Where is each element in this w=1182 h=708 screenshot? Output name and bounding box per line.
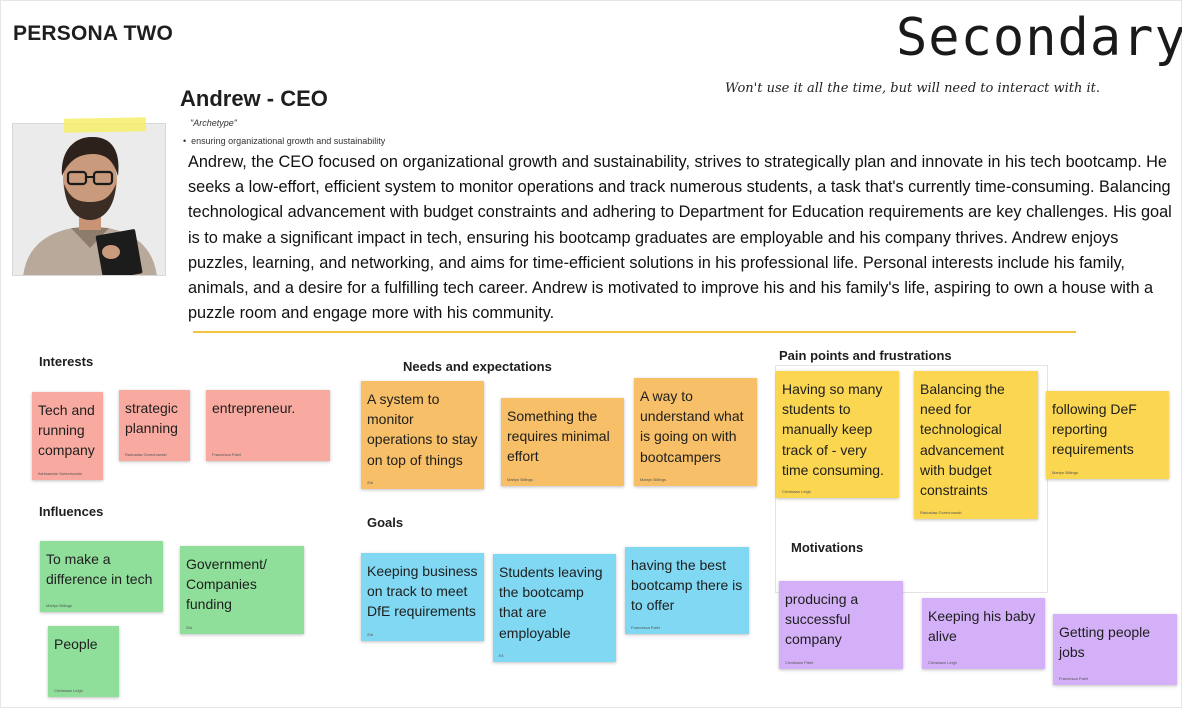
note-text: Tech and running company xyxy=(38,402,95,459)
note-text: Balancing the need for technological adv… xyxy=(920,381,1005,499)
sticky-note-influence[interactable]: Government/ Companies funding Zixi xyxy=(180,546,304,634)
interests-heading: Interests xyxy=(39,354,94,369)
note-author: Francesca Palet xyxy=(631,625,660,630)
sticky-note-goal[interactable]: having the best bootcamp there is to off… xyxy=(625,547,749,634)
note-text: Something the requires minimal effort xyxy=(507,408,610,465)
note-author: Zixi xyxy=(367,632,374,637)
goals-heading: Goals xyxy=(367,515,404,530)
note-text: Students leaving the bootcamp that are e… xyxy=(499,564,603,641)
note-text: Government/ Companies funding xyxy=(186,556,267,613)
sticky-note-goal[interactable]: Students leaving the bootcamp that are e… xyxy=(493,554,616,662)
note-text: A way to understand what is going on wit… xyxy=(640,388,744,465)
note-author: Zixi xyxy=(186,625,193,630)
sticky-note-goal[interactable]: Keeping business on track to meet DfE re… xyxy=(361,553,484,641)
persona-name: Andrew - CEO xyxy=(180,86,328,111)
sticky-note-need[interactable]: A system to monitor operations to stay o… xyxy=(361,381,484,489)
note-author: Zixi xyxy=(367,480,374,485)
person-portrait-image xyxy=(13,124,165,275)
archetype-label: "Archetype" xyxy=(190,118,237,128)
persona-bio: Andrew, the CEO focused on organizationa… xyxy=(188,153,1172,323)
note-text: To make a difference in tech xyxy=(46,551,153,588)
note-author: Radoslaw Grzechowski xyxy=(920,510,962,515)
note-text: People xyxy=(54,636,98,652)
sticky-note-influence[interactable]: To make a difference in tech Martyn Bill… xyxy=(40,541,163,612)
note-text: following DeF reporting requirements xyxy=(1052,401,1137,458)
archetype-bullet: • ensuring organizational growth and sus… xyxy=(183,136,386,146)
note-author: Christiaan Leigh xyxy=(782,489,811,494)
sticky-note-motivation[interactable]: producing a successful company Christiaa… xyxy=(779,581,903,669)
sticky-note-pain-point[interactable]: Balancing the need for technological adv… xyxy=(914,371,1038,519)
note-author: Aleksandar Swiechowski xyxy=(38,471,83,476)
persona-label: PERSONA TWO xyxy=(13,22,174,45)
note-author: Martyn Billings xyxy=(640,477,667,482)
note-author: Martyn Billings xyxy=(507,477,534,482)
note-text: producing a successful company xyxy=(785,591,859,648)
sticky-note-pain-point[interactable]: following DeF reporting requirements Mar… xyxy=(1046,391,1169,479)
persona-type-subtitle: Won't use it all the time, but will need… xyxy=(725,81,1101,96)
note-author: Radoslaw Grzechowski xyxy=(125,452,167,457)
note-text: Getting people jobs xyxy=(1059,624,1151,661)
sticky-note-need[interactable]: A way to understand what is going on wit… xyxy=(634,378,757,486)
note-text: Keeping his baby alive xyxy=(928,608,1036,645)
influences-heading: Influences xyxy=(39,504,104,519)
note-text: A system to monitor operations to stay o… xyxy=(367,391,478,468)
sticky-note-interest[interactable]: entrepreneur. Francesca Palet xyxy=(206,390,330,461)
note-author: Francesca Palet xyxy=(1059,676,1088,681)
persona-type-title: Secondary xyxy=(896,8,1182,68)
note-author: Martyn Billings xyxy=(46,603,73,608)
note-author: Christiaan Leigh xyxy=(928,660,957,665)
sticky-note-influence[interactable]: People Christiaan Leigh xyxy=(48,626,119,697)
sticky-note-motivation[interactable]: Getting people jobs Francesca Palet xyxy=(1053,614,1177,685)
sticky-note-need[interactable]: Something the requires minimal effort Ma… xyxy=(501,398,624,486)
note-text: entrepreneur. xyxy=(212,400,296,416)
sticky-note-interest[interactable]: strategic planning Radoslaw Grzechowski xyxy=(119,390,190,461)
tape-strip xyxy=(63,117,147,133)
note-author: Martyn Billings xyxy=(1052,470,1079,475)
motivations-heading: Motivations xyxy=(791,540,864,555)
note-author: Francesca Palet xyxy=(212,452,241,457)
note-author: Christiaan Palet xyxy=(785,660,814,665)
archetype-bullet-text: ensuring organizational growth and susta… xyxy=(191,136,386,146)
sticky-note-motivation[interactable]: Keeping his baby alive Christiaan Leigh xyxy=(922,598,1045,669)
persona-photo[interactable] xyxy=(12,123,166,276)
sticky-note-pain-point[interactable]: Having so many students to manually keep… xyxy=(776,371,899,498)
note-text: having the best bootcamp there is to off… xyxy=(631,557,743,614)
needs-heading: Needs and expectations xyxy=(403,359,552,374)
note-author: Eli xyxy=(499,653,504,658)
note-author: Christiaan Leigh xyxy=(54,688,83,693)
note-text: strategic planning xyxy=(125,400,178,437)
note-text: Having so many students to manually keep… xyxy=(782,381,884,478)
pain-points-heading: Pain points and frustrations xyxy=(779,348,952,363)
sticky-note-interest[interactable]: Tech and running company Aleksandar Swie… xyxy=(32,392,103,480)
note-text: Keeping business on track to meet DfE re… xyxy=(367,563,478,620)
section-divider xyxy=(193,331,1076,333)
